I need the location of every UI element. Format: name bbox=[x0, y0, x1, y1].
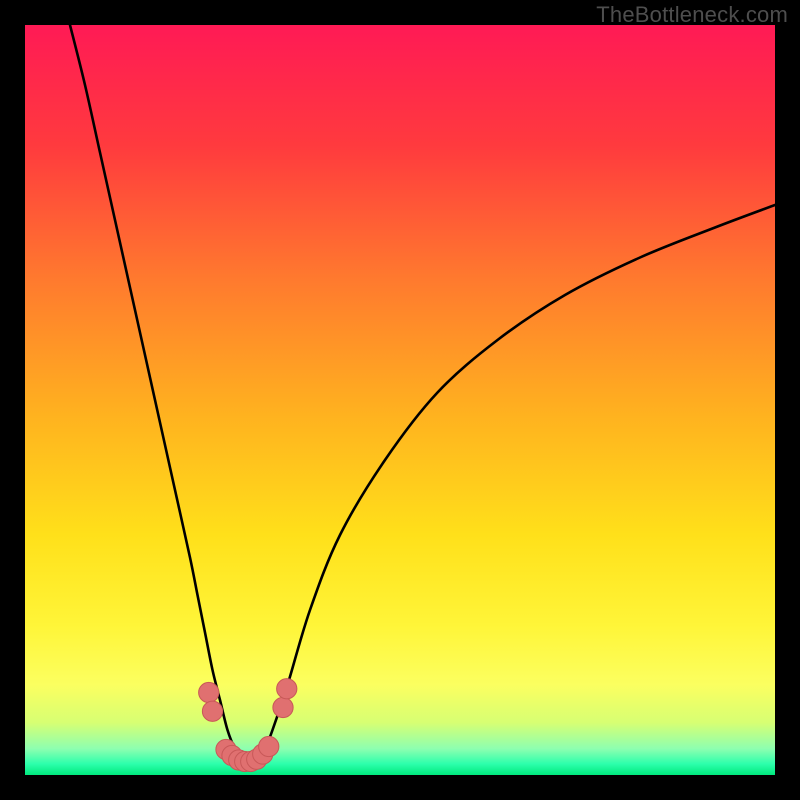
plot-area bbox=[25, 25, 775, 775]
marker-point bbox=[199, 682, 219, 702]
curve-layer bbox=[25, 25, 775, 775]
marker-point bbox=[259, 736, 279, 756]
marker-point bbox=[273, 697, 293, 717]
watermark-text: TheBottleneck.com bbox=[596, 2, 788, 28]
marker-point bbox=[277, 679, 297, 699]
curve-markers bbox=[199, 679, 297, 772]
chart-frame: TheBottleneck.com bbox=[0, 0, 800, 800]
marker-point bbox=[202, 701, 222, 721]
bottleneck-curve bbox=[70, 25, 775, 762]
